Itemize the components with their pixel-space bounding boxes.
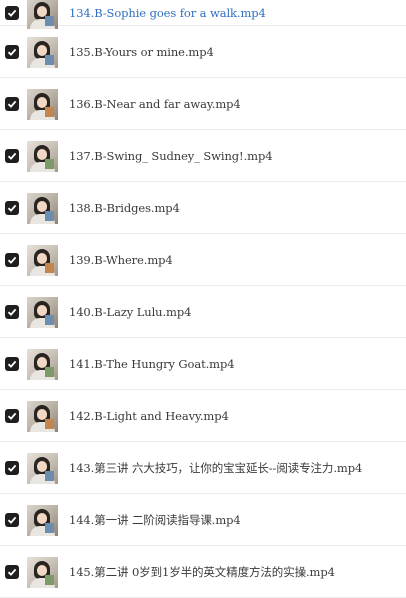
file-title[interactable]: 134.B-Sophie goes for a walk.mp4 <box>69 6 266 20</box>
file-row[interactable]: 145.第二讲 0岁到1岁半的英文精度方法的实操.mp4 <box>0 546 406 598</box>
checkmark-icon <box>7 9 17 17</box>
checkbox-checked[interactable] <box>5 460 19 475</box>
video-thumbnail <box>27 452 58 484</box>
file-row[interactable]: 135.B-Yours or mine.mp4 <box>0 26 406 78</box>
video-thumbnail <box>27 556 58 588</box>
file-list: 134.B-Sophie goes for a walk.mp4 135.B-Y… <box>0 0 406 598</box>
file-row[interactable]: 140.B-Lazy Lulu.mp4 <box>0 286 406 338</box>
file-title[interactable]: 141.B-The Hungry Goat.mp4 <box>69 357 235 371</box>
file-title[interactable]: 145.第二讲 0岁到1岁半的英文精度方法的实操.mp4 <box>69 564 335 580</box>
video-thumbnail <box>27 192 58 224</box>
checkmark-icon <box>7 464 17 472</box>
checkbox-checked[interactable] <box>5 200 19 215</box>
checkmark-icon <box>7 152 17 160</box>
checkbox-checked[interactable] <box>5 5 19 20</box>
checkbox-checked[interactable] <box>5 252 19 267</box>
video-thumbnail <box>27 140 58 172</box>
checkmark-icon <box>7 568 17 576</box>
checkbox-checked[interactable] <box>5 304 19 319</box>
video-thumbnail <box>27 296 58 328</box>
file-title[interactable]: 144.第一讲 二阶阅读指导课.mp4 <box>69 512 241 528</box>
file-row[interactable]: 139.B-Where.mp4 <box>0 234 406 286</box>
checkbox-checked[interactable] <box>5 148 19 163</box>
checkbox-checked[interactable] <box>5 512 19 527</box>
checkmark-icon <box>7 412 17 420</box>
checkmark-icon <box>7 308 17 316</box>
checkbox-checked[interactable] <box>5 356 19 371</box>
checkmark-icon <box>7 100 17 108</box>
checkmark-icon <box>7 360 17 368</box>
video-thumbnail <box>27 88 58 120</box>
video-thumbnail <box>27 348 58 380</box>
video-thumbnail <box>27 36 58 68</box>
video-thumbnail <box>27 400 58 432</box>
file-title[interactable]: 135.B-Yours or mine.mp4 <box>69 45 214 59</box>
file-row[interactable]: 142.B-Light and Heavy.mp4 <box>0 390 406 442</box>
file-title[interactable]: 139.B-Where.mp4 <box>69 253 173 267</box>
file-row[interactable]: 138.B-Bridges.mp4 <box>0 182 406 234</box>
checkmark-icon <box>7 204 17 212</box>
checkbox-checked[interactable] <box>5 564 19 579</box>
checkbox-checked[interactable] <box>5 96 19 111</box>
checkmark-icon <box>7 516 17 524</box>
file-row[interactable]: 137.B-Swing_ Sudney_ Swing!.mp4 <box>0 130 406 182</box>
checkbox-checked[interactable] <box>5 44 19 59</box>
file-row[interactable]: 134.B-Sophie goes for a walk.mp4 <box>0 0 406 29</box>
file-row[interactable]: 143.第三讲 六大技巧，让你的宝宝延长--阅读专注力.mp4 <box>0 442 406 494</box>
file-row[interactable]: 136.B-Near and far away.mp4 <box>0 78 406 130</box>
video-thumbnail <box>27 0 58 29</box>
file-title[interactable]: 140.B-Lazy Lulu.mp4 <box>69 305 191 319</box>
file-row[interactable]: 141.B-The Hungry Goat.mp4 <box>0 338 406 390</box>
file-title[interactable]: 136.B-Near and far away.mp4 <box>69 97 241 111</box>
file-title[interactable]: 143.第三讲 六大技巧，让你的宝宝延长--阅读专注力.mp4 <box>69 460 362 476</box>
checkbox-checked[interactable] <box>5 408 19 423</box>
file-row[interactable]: 144.第一讲 二阶阅读指导课.mp4 <box>0 494 406 546</box>
video-thumbnail <box>27 244 58 276</box>
file-title[interactable]: 138.B-Bridges.mp4 <box>69 201 180 215</box>
video-thumbnail <box>27 504 58 536</box>
checkmark-icon <box>7 48 17 56</box>
file-title[interactable]: 142.B-Light and Heavy.mp4 <box>69 409 229 423</box>
checkmark-icon <box>7 256 17 264</box>
file-title[interactable]: 137.B-Swing_ Sudney_ Swing!.mp4 <box>69 149 273 163</box>
